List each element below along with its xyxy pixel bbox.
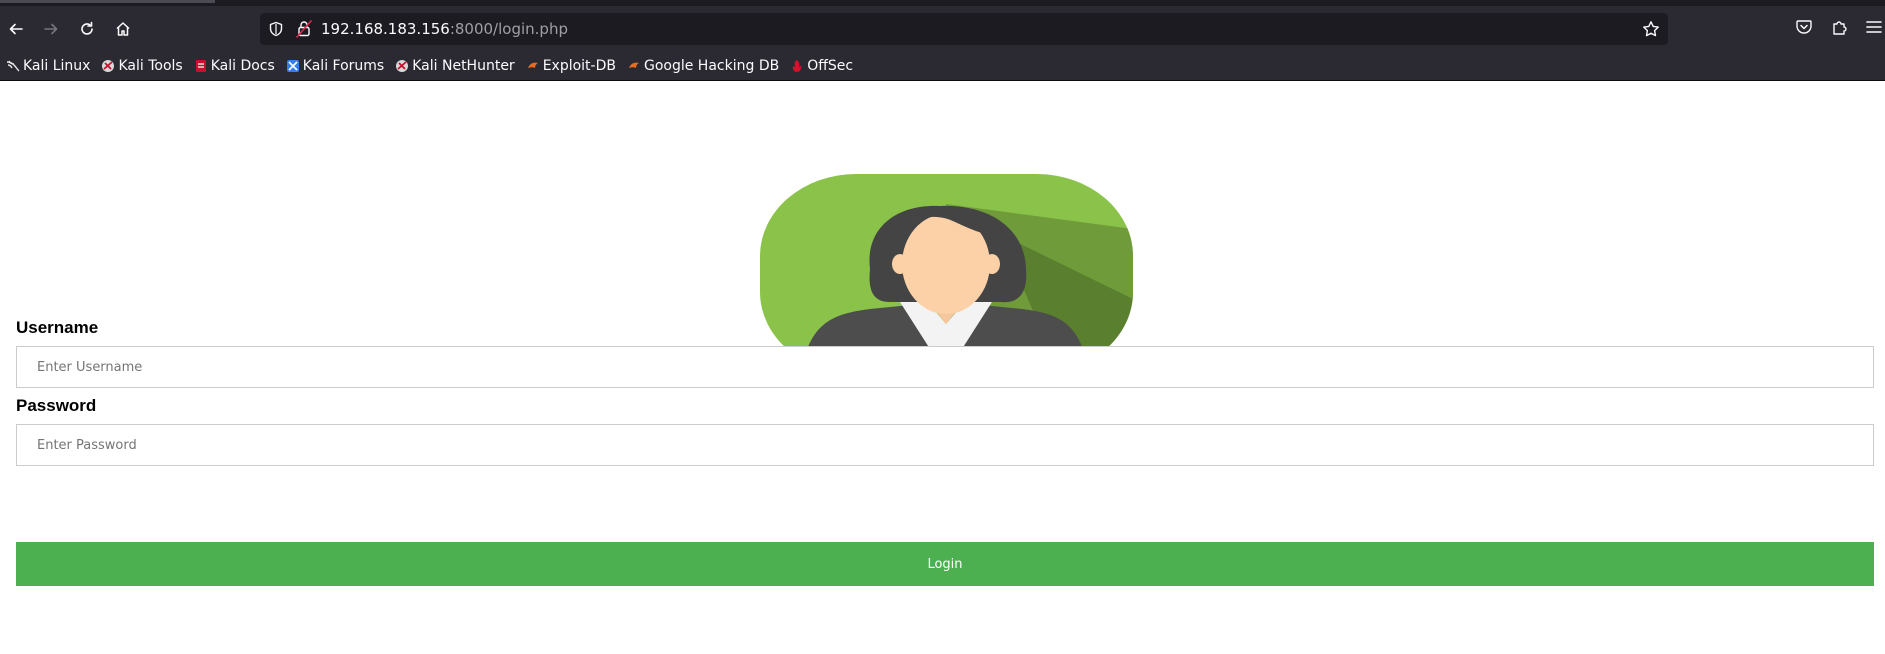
login-button[interactable]: Login [16,542,1874,586]
home-icon [116,22,130,36]
forward-button[interactable] [40,18,62,40]
active-tab-indicator[interactable] [0,0,215,3]
bookmark-exploit-db[interactable]: Exploit-DB [526,58,616,74]
female-user-avatar-icon [760,174,1133,374]
bookmark-label: Kali NetHunter [412,58,515,74]
ghdb-icon [628,62,639,68]
address-bar[interactable]: 192.168.183.156:8000/login.php [260,13,1668,45]
bookmark-label: OffSec [807,58,854,74]
tracking-protection-shield-icon[interactable] [268,21,284,37]
bookmark-kali-forums[interactable]: Kali Forums [286,58,384,74]
bookmark-kali-nethunter[interactable]: Kali NetHunter [395,58,515,74]
kali-docs-icon [195,60,206,72]
home-button[interactable] [112,18,134,40]
password-input[interactable] [16,424,1874,466]
insecure-lock-icon[interactable] [296,20,312,38]
username-input[interactable] [16,346,1874,388]
bookmark-star-icon[interactable] [1642,20,1660,38]
kali-forums-icon [286,60,299,72]
extensions-icon[interactable] [1831,18,1849,36]
navigation-toolbar: 192.168.183.156:8000/login.php [0,6,1885,52]
bookmark-offsec[interactable]: OffSec [790,58,853,74]
login-page: Username Password Login [0,81,1885,654]
bookmark-google-hacking-db[interactable]: Google Hacking DB [627,58,779,74]
avatar [760,174,1133,374]
exploit-db-icon [527,62,538,68]
back-button[interactable] [5,18,27,40]
pocket-icon[interactable] [1795,18,1813,36]
username-label: Username [16,318,99,337]
kali-dragon-icon [6,60,20,72]
bookmarks-toolbar: Kali Linux Kali Tools Kali Docs Kali For… [0,52,1885,81]
bookmark-kali-tools[interactable]: Kali Tools [101,58,183,74]
forward-arrow-icon [44,23,58,35]
bookmark-label: Google Hacking DB [643,58,780,74]
bookmark-kali-linux[interactable]: Kali Linux [6,58,90,74]
bookmark-kali-docs[interactable]: Kali Docs [194,58,275,74]
bookmark-label: Kali Forums [302,58,385,74]
kali-tools-icon [102,60,115,72]
password-label: Password [16,396,97,415]
url-text[interactable]: 192.168.183.156:8000/login.php [321,20,568,38]
bookmark-label: Kali Docs [210,58,275,74]
reload-icon [81,21,93,35]
app-menu-hamburger-icon[interactable] [1866,18,1882,36]
bookmark-label: Exploit-DB [542,58,616,74]
url-host: 192.168.183.156 [321,20,450,38]
bookmark-label: Kali Tools [118,58,183,74]
offsec-icon [792,60,802,72]
url-path: :8000/login.php [449,20,568,38]
bookmark-label: Kali Linux [23,58,91,74]
back-arrow-icon [9,23,23,35]
reload-button[interactable] [76,18,98,40]
kali-nethunter-icon [396,60,409,72]
